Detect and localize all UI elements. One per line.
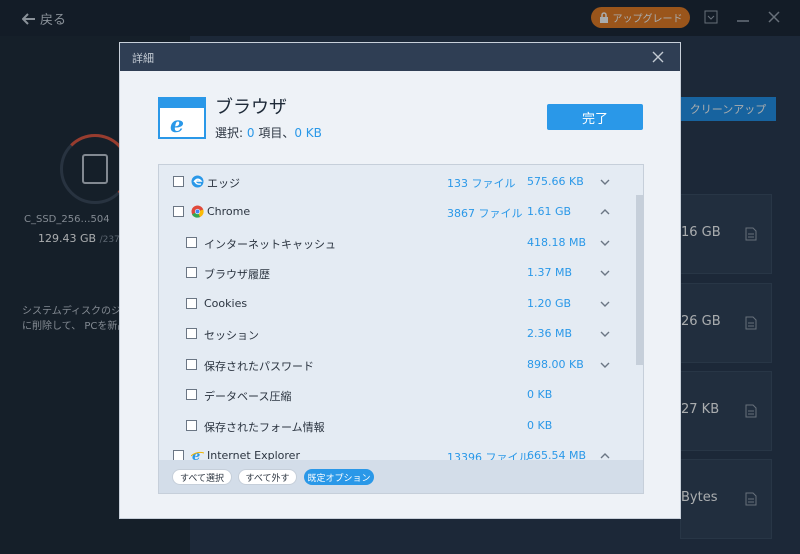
item-size: 575.66 KB [527,175,584,188]
item-size: 1.61 GB [527,205,572,218]
item-checkbox[interactable] [173,176,184,187]
item-label: エッジ [207,177,240,190]
item-checkbox[interactable] [186,328,197,339]
chevron-down-icon[interactable] [599,329,611,339]
chevron-up-icon[interactable] [599,207,611,217]
edge-icon [191,175,204,188]
item-label: インターネットキャッシュ [204,238,336,251]
item-size: 0 KB [527,419,553,432]
item-size: 1.20 GB [527,297,572,310]
list-item[interactable]: Cookies 1.20 GB [159,289,635,319]
item-label: ブラウザ履歴 [204,268,270,281]
item-label: 保存されたパスワード [204,360,314,373]
chevron-down-icon[interactable] [599,360,611,370]
select-all-button[interactable]: すべて選択 [172,469,232,485]
chevron-down-icon[interactable] [599,299,611,309]
list-item[interactable]: セッション 2.36 MB [159,319,635,349]
item-checkbox[interactable] [186,237,197,248]
scrollbar-thumb[interactable] [636,195,643,365]
done-button[interactable]: 完了 [547,104,643,130]
selection-count: 0 [246,126,255,140]
list-item[interactable]: インターネットキャッシュ 418.18 MB [159,228,635,258]
item-file-count: 3867 ファイル [447,207,523,220]
dialog-header: 詳細 [120,43,680,71]
browser-category-icon: e [158,97,206,139]
details-dialog: 詳細 e ブラウザ 選択: 0 項目、0 KB 完了 エッジ 133 ファイル 57… [119,42,681,519]
close-icon[interactable] [650,49,666,65]
item-size: 2.36 MB [527,327,573,340]
list-item[interactable]: データベース圧縮 0 KB [159,380,635,410]
item-size: 0 KB [527,388,553,401]
chevron-down-icon[interactable] [599,238,611,248]
item-label: 保存されたフォーム情報 [204,421,325,434]
list-item[interactable]: Chrome 3867 ファイル 1.61 GB [159,197,635,227]
selection-mid: 項目、 [254,126,295,140]
list-footer: すべて選択 すべて外す 既定オプション [159,460,643,493]
list-item[interactable]: 保存されたパスワード 898.00 KB [159,350,635,380]
category-title: ブラウザ [215,97,287,118]
item-size: 1.37 MB [527,266,573,279]
list-item[interactable]: 保存されたフォーム情報 0 KB [159,411,635,441]
item-checkbox[interactable] [186,389,197,400]
chevron-down-icon[interactable] [599,177,611,187]
item-checkbox[interactable] [186,298,197,309]
selection-summary: 選択: 0 項目、0 KB [215,124,322,141]
deselect-all-button[interactable]: すべて外す [238,469,297,485]
item-size: 418.18 MB [527,236,587,249]
chevron-down-icon[interactable] [599,268,611,278]
item-checkbox[interactable] [186,359,197,370]
item-label: Cookies [204,297,248,310]
list-item[interactable]: ブラウザ履歴 1.37 MB [159,258,635,288]
item-checkbox[interactable] [173,206,184,217]
default-option-button[interactable]: 既定オプション [304,469,374,485]
item-label: データベース圧縮 [204,390,292,403]
browser-items-list: エッジ 133 ファイル 575.66 KB Chrome 3867 ファイル 1.61 … [158,164,644,494]
selection-prefix: 選択: [215,126,247,140]
item-checkbox[interactable] [186,420,197,431]
list-item[interactable]: エッジ 133 ファイル 575.66 KB [159,167,635,197]
item-size: 898.00 KB [527,358,584,371]
item-label: セッション [204,329,259,342]
dialog-title: 詳細 [132,52,154,65]
selection-size: 0 KB [294,126,322,140]
item-label: Chrome [207,205,251,218]
item-checkbox[interactable] [186,267,197,278]
chrome-icon [191,205,204,218]
item-file-count: 133 ファイル [447,177,516,190]
